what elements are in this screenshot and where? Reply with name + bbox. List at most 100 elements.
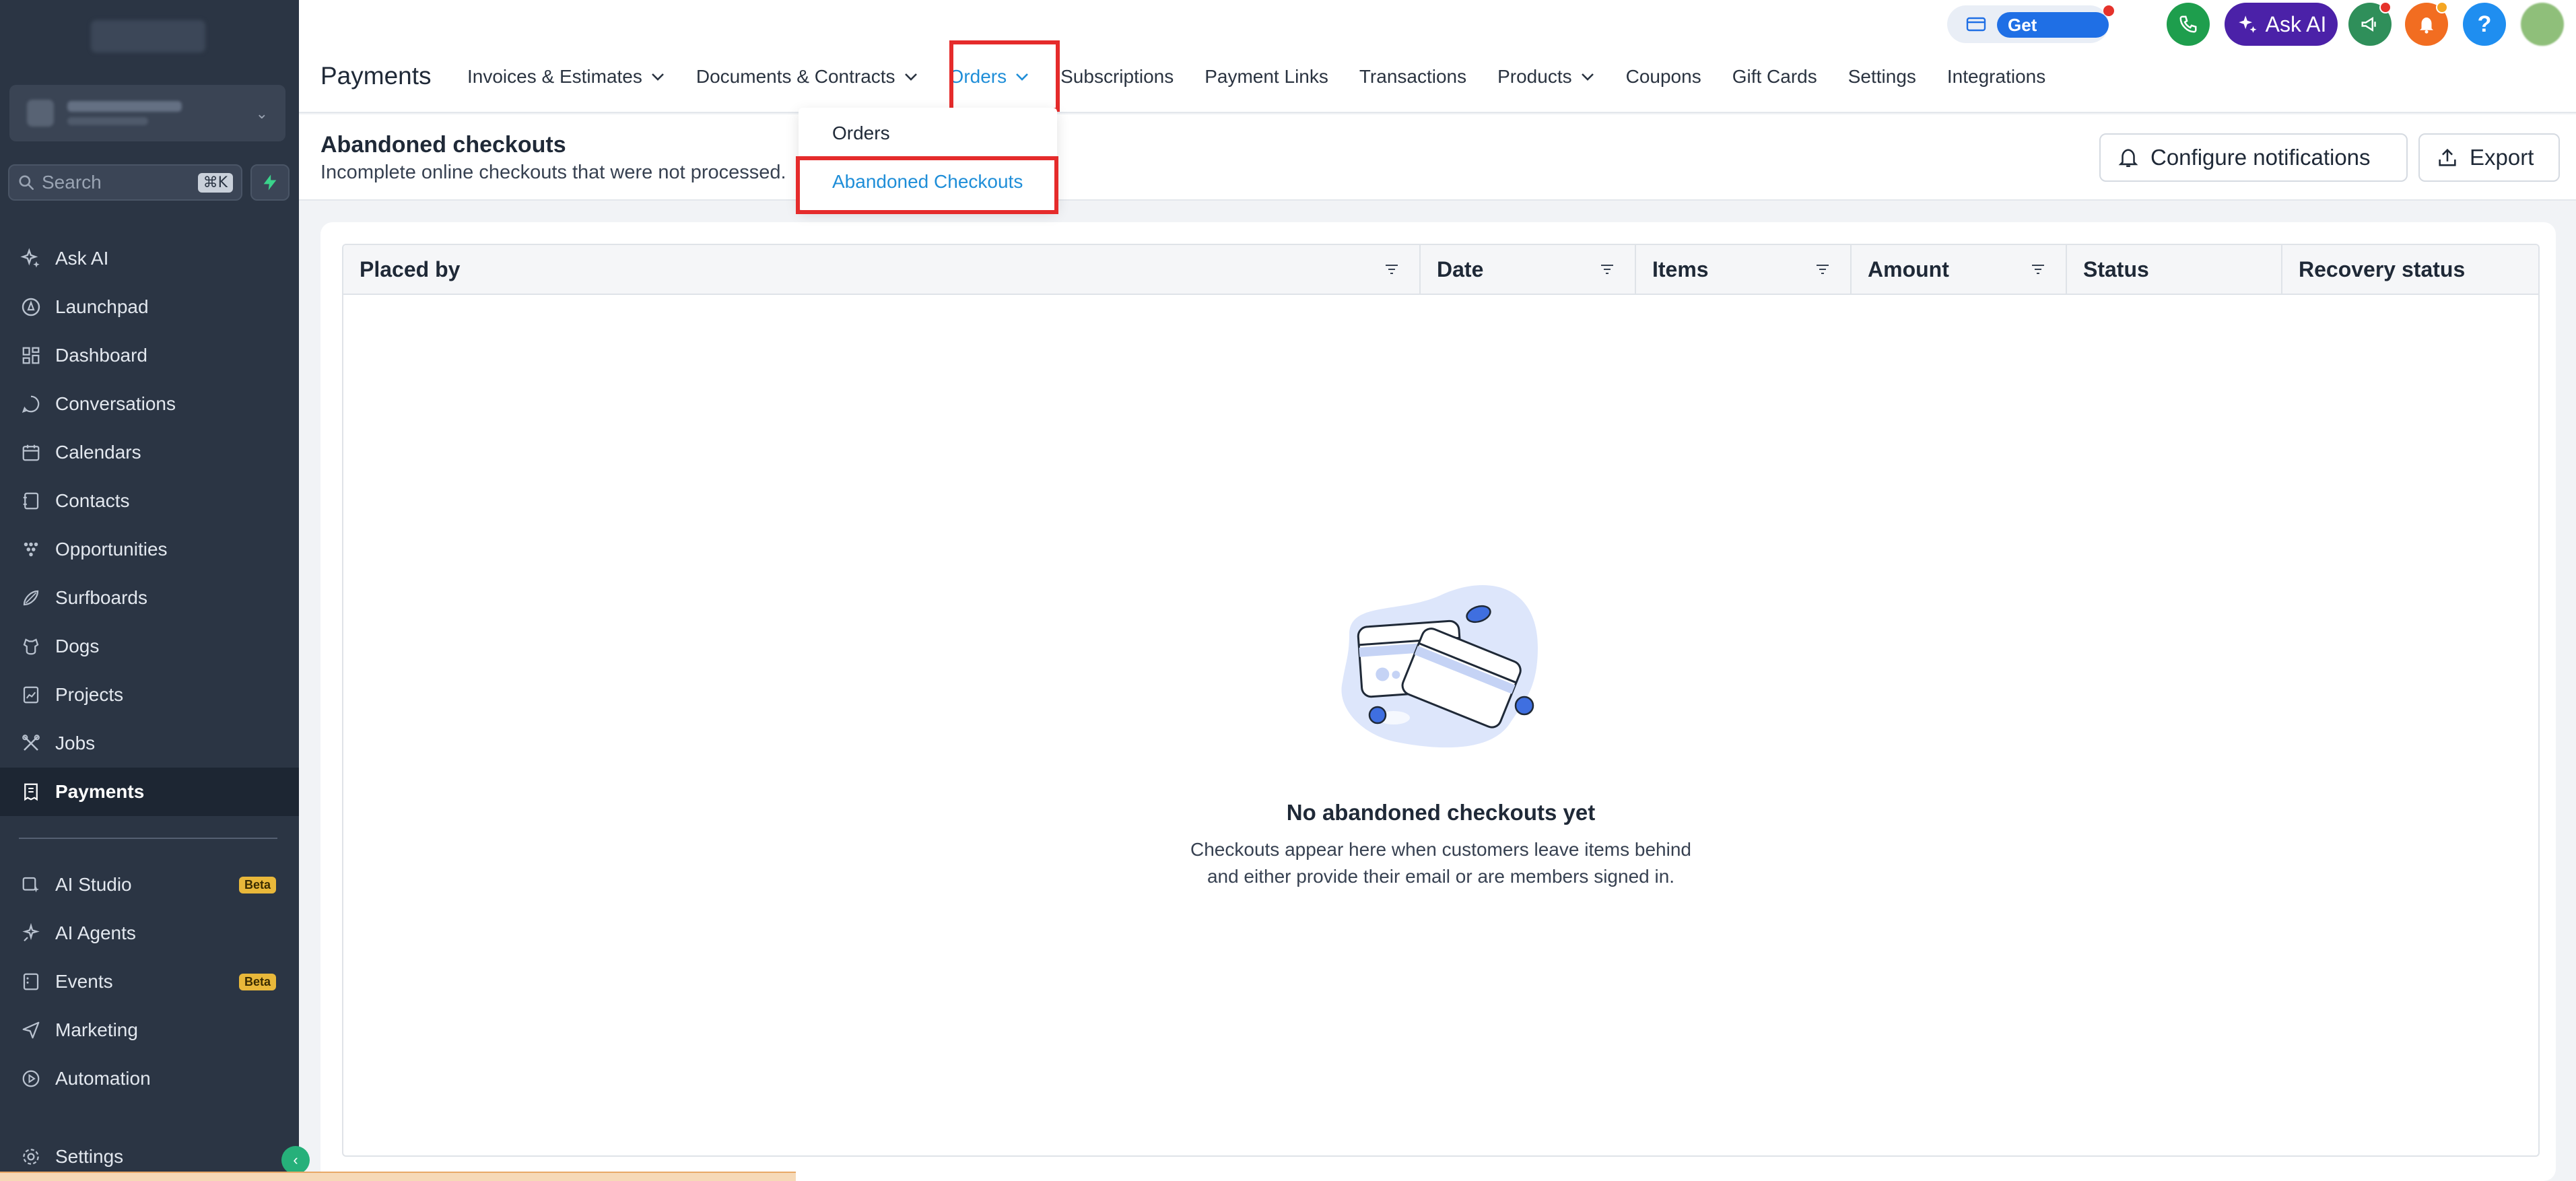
ai-studio-icon [19, 873, 43, 897]
column-items: Items [1636, 245, 1852, 294]
tab-label: Subscriptions [1060, 66, 1174, 87]
tab-coupons[interactable]: Coupons [1626, 66, 1701, 88]
funnel-icon [19, 537, 43, 562]
tools-icon [19, 731, 43, 755]
tab-payment-links[interactable]: Payment Links [1205, 66, 1328, 88]
abandoned-checkouts-highlight [796, 156, 1058, 214]
filter-icon[interactable] [1598, 261, 1616, 277]
tab-bar: Invoices & Estimates Documents & Contrac… [467, 66, 2076, 88]
sidebar-nav-secondary: AI Studio Beta AI Agents Events Beta Mar… [0, 861, 299, 1103]
collapse-sidebar-button[interactable]: ‹ [281, 1146, 310, 1174]
sidebar-item-events[interactable]: Events Beta [0, 957, 299, 1006]
menu-item-orders[interactable]: Orders [832, 123, 890, 144]
send-icon [19, 1018, 43, 1042]
bell-icon [2118, 149, 2138, 168]
sidebar: ⌄ Search ⌘K Ask AI Launchpad Dashboard C… [0, 0, 310, 1181]
section-title: Abandoned checkouts [320, 132, 566, 158]
tab-label: Payment Links [1205, 66, 1328, 87]
sidebar-item-payments[interactable]: Payments [0, 768, 299, 816]
sidebar-divider [19, 838, 277, 839]
configure-notifications-label: Configure notifications [2150, 145, 2371, 170]
sidebar-item-projects[interactable]: Projects [0, 671, 299, 719]
tab-gift-cards[interactable]: Gift Cards [1732, 66, 1817, 88]
column-date: Date [1421, 245, 1636, 294]
search-icon [19, 175, 34, 191]
sidebar-item-calendars[interactable]: Calendars [0, 428, 299, 477]
sidebar-item-label: AI Studio [55, 874, 132, 895]
filter-icon[interactable] [1383, 261, 1400, 277]
sidebar-item-label: Contacts [55, 490, 130, 511]
chevron-down-icon [651, 73, 664, 81]
sidebar-item-surfboards[interactable]: Surfboards [0, 574, 299, 622]
export-button[interactable]: Export [2418, 133, 2560, 182]
browser-status-strip [0, 1172, 796, 1181]
tab-transactions[interactable]: Transactions [1359, 66, 1466, 88]
sidebar-item-ai-agents[interactable]: AI Agents [0, 909, 299, 957]
tab-label: Settings [1848, 66, 1916, 87]
sidebar-item-dogs[interactable]: Dogs [0, 622, 299, 671]
phone-icon [2179, 15, 2197, 33]
sparkle-icon [19, 246, 43, 271]
search-input[interactable]: Search ⌘K [8, 164, 242, 201]
sidebar-item-opportunities[interactable]: Opportunities [0, 525, 299, 574]
help-button[interactable]: ? [2463, 3, 2506, 46]
empty-state-title: No abandoned checkouts yet [1286, 800, 1596, 825]
sidebar-item-launchpad[interactable]: Launchpad [0, 283, 299, 331]
tab-products[interactable]: Products [1497, 66, 1595, 88]
sidebar-item-conversations[interactable]: Conversations [0, 380, 299, 428]
beta-badge: Beta [238, 877, 276, 893]
sidebar-item-contacts[interactable]: Contacts [0, 477, 299, 525]
sidebar-item-label: Automation [55, 1068, 151, 1089]
tab-label: Invoices & Estimates [467, 66, 642, 87]
sidebar-item-label: Conversations [55, 393, 176, 414]
sidebar-item-automation[interactable]: Automation [0, 1054, 299, 1103]
export-label: Export [2470, 145, 2534, 170]
page-subheader: Abandoned checkouts Incomplete online ch… [299, 114, 2576, 201]
dog-icon [19, 634, 43, 659]
get-started-button[interactable]: Get Started [1997, 12, 2109, 61]
filter-icon[interactable] [1814, 261, 1831, 277]
events-icon [19, 970, 43, 994]
rocket-icon [19, 295, 43, 319]
ai-agents-icon [19, 921, 43, 945]
empty-state-description: Checkouts appear here when customers lea… [1104, 836, 1777, 890]
notification-dot [2103, 5, 2114, 16]
column-label: Status [2083, 257, 2149, 281]
sidebar-item-label: Payments [55, 781, 145, 802]
sidebar-item-dashboard[interactable]: Dashboard [0, 331, 299, 380]
section-description: Incomplete online checkouts that were no… [320, 162, 786, 183]
configure-notifications-button[interactable]: Configure notifications [2099, 133, 2408, 182]
phone-button[interactable] [2167, 3, 2210, 46]
column-label: Placed by [360, 257, 461, 281]
beta-badge: Beta [238, 974, 276, 990]
credit-card-icon [1966, 17, 1986, 32]
sidebar-item-marketing[interactable]: Marketing [0, 1006, 299, 1054]
sidebar-item-ask-ai[interactable]: Ask AI [0, 234, 299, 283]
ask-ai-button[interactable]: Ask AI [2225, 3, 2338, 46]
column-label: Recovery status [2299, 257, 2466, 281]
column-label: Amount [1868, 257, 1949, 281]
filter-icon[interactable] [2029, 261, 2047, 277]
account-location [67, 117, 148, 125]
tab-label: Documents & Contracts [696, 66, 895, 87]
tab-settings[interactable]: Settings [1848, 66, 1916, 88]
tab-integrations[interactable]: Integrations [1947, 66, 2045, 88]
user-avatar[interactable] [2521, 3, 2564, 46]
page-title: Payments [320, 62, 432, 90]
search-placeholder: Search [42, 172, 102, 193]
sidebar-item-jobs[interactable]: Jobs [0, 719, 299, 768]
tab-subscriptions[interactable]: Subscriptions [1060, 66, 1174, 88]
quick-actions-button[interactable] [250, 164, 290, 201]
tab-label: Coupons [1625, 66, 1701, 87]
sidebar-item-label: Dogs [55, 636, 100, 656]
announcements-badge [2379, 1, 2392, 13]
tab-label: Products [1497, 66, 1572, 87]
column-placed-by: Placed by [343, 245, 1421, 294]
account-switcher[interactable]: ⌄ [9, 85, 285, 141]
column-label: Date [1437, 257, 1484, 281]
tab-invoices-estimates[interactable]: Invoices & Estimates [467, 66, 665, 88]
notifications-badge [2436, 1, 2448, 13]
sidebar-item-ai-studio[interactable]: AI Studio Beta [0, 861, 299, 909]
company-logo[interactable] [91, 20, 205, 53]
tab-documents-contracts[interactable]: Documents & Contracts [696, 66, 918, 88]
